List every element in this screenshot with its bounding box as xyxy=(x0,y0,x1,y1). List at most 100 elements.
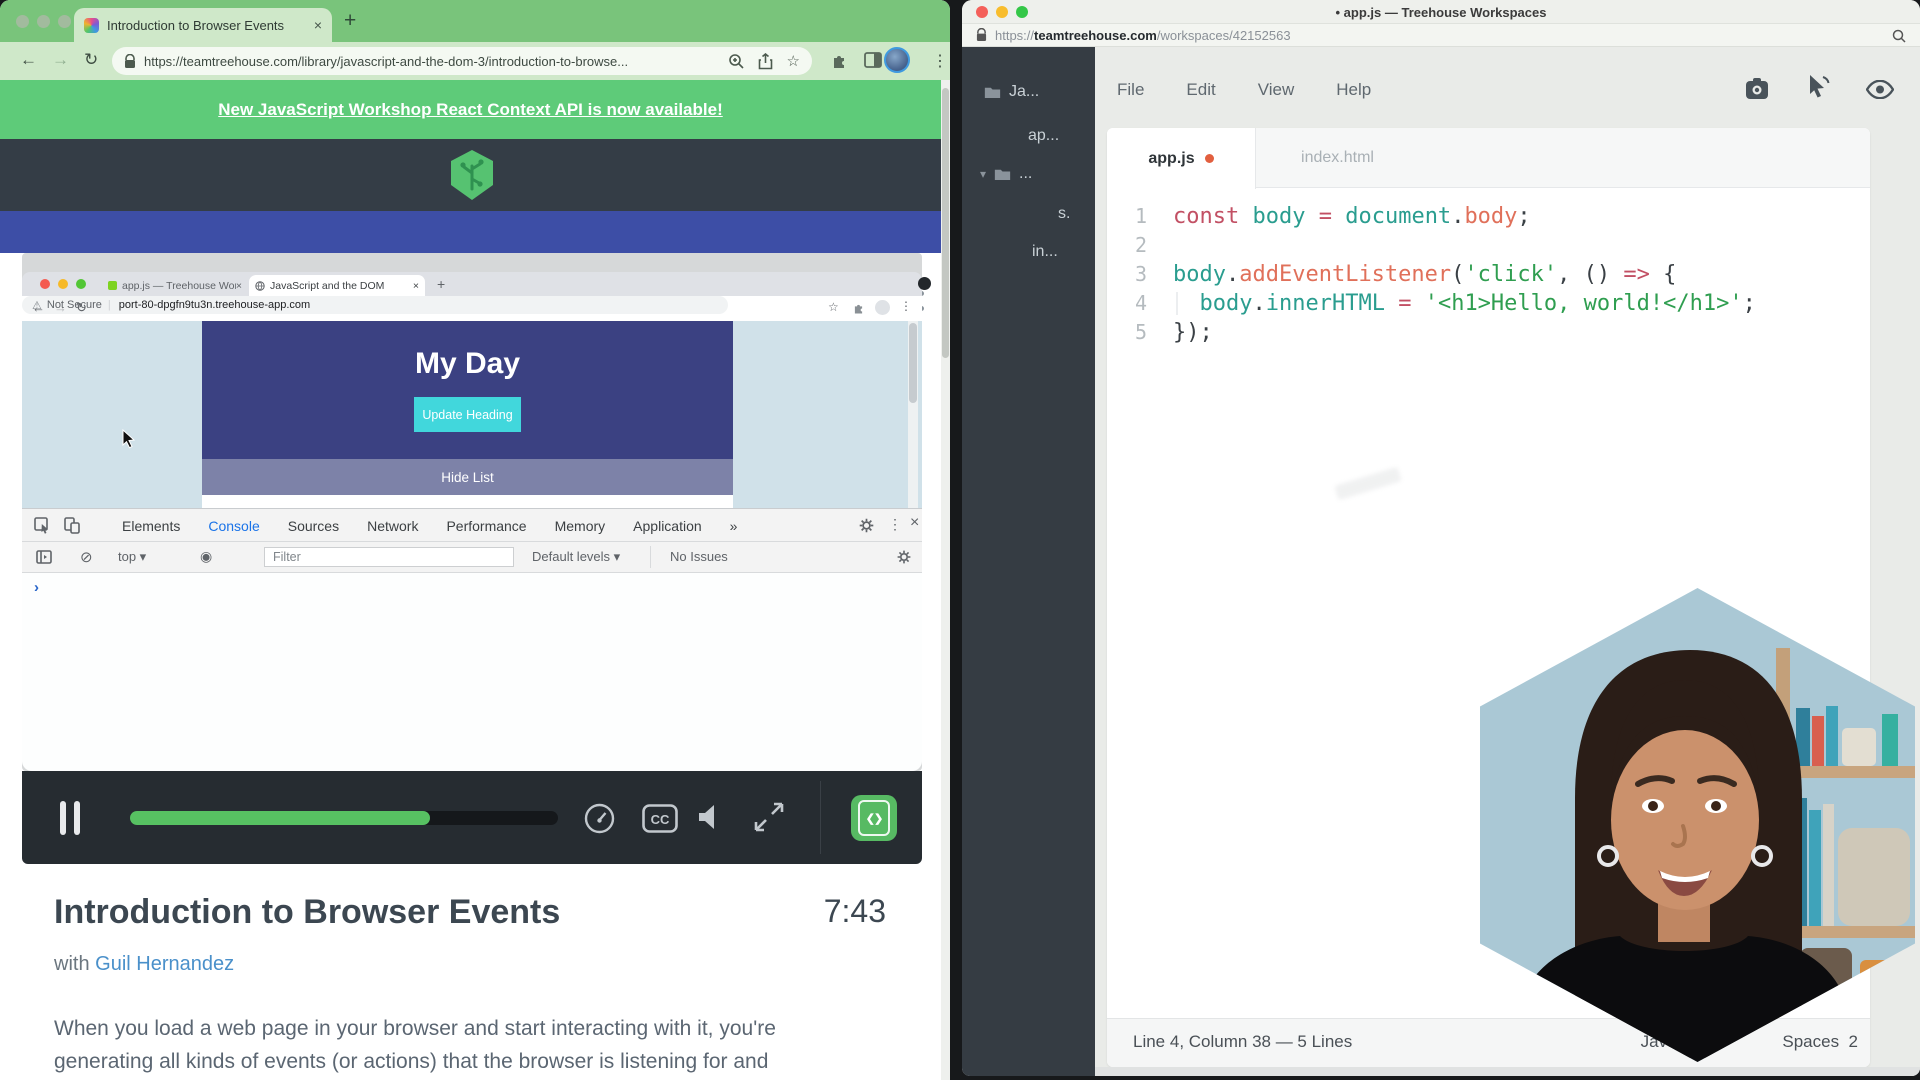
video-address-bar: ⚠ Not Secure | port-80-dpgfn9tu3n.treeho… xyxy=(22,296,728,314)
sidebar-item-folder-expanded[interactable]: ▾ ... xyxy=(980,165,1032,183)
device-toolbar-icon xyxy=(64,517,80,534)
video-tab-inactive: app.js — Treehouse Workspac × xyxy=(102,275,248,296)
editor-tabbar: app.js index.html xyxy=(1107,128,1870,188)
page-zoom-icon[interactable] xyxy=(1892,29,1906,43)
video-player-surface[interactable]: app.js — Treehouse Workspac × JavaScript… xyxy=(22,253,922,771)
devtools-console-toolbar: ⊘ top ▾ ◉ Default levels ▾ No Issues xyxy=(22,542,922,573)
browser-tab[interactable]: Introduction to Browser Events × xyxy=(74,8,332,42)
file-tree-sidebar: Ja... ap... ▾ ... s. in... xyxy=(962,47,1095,1076)
bookmark-star-icon[interactable]: ☆ xyxy=(787,54,800,69)
playback-speed-icon[interactable] xyxy=(584,803,615,834)
promo-banner: New JavaScript Workshop React Context AP… xyxy=(0,80,941,139)
volume-icon[interactable] xyxy=(698,804,722,830)
video-min-light xyxy=(58,279,68,289)
new-tab-button[interactable]: + xyxy=(344,9,356,33)
page-scrollbar-track[interactable] xyxy=(941,80,950,1080)
workspace-titlebar: • app.js — Treehouse Workspaces xyxy=(962,0,1920,24)
lesson-description: When you load a web page in your browser… xyxy=(54,1012,854,1078)
reload-icon[interactable]: ↻ xyxy=(84,50,98,70)
devtools-tab-memory: Memory xyxy=(555,518,606,534)
back-icon[interactable]: ← xyxy=(20,50,37,70)
open-workspace-button[interactable]: ❮❯ xyxy=(851,795,897,841)
devtools-tab-application: Application xyxy=(633,518,702,534)
devtools-tab-console: Console xyxy=(208,518,259,534)
code-line[interactable]: 3body.addEventListener('click', () => { xyxy=(1107,260,1870,289)
code-line[interactable]: 4 body.innerHTML = '<h1>Hello, world!</h… xyxy=(1107,289,1870,318)
preview-pointer-icon[interactable] xyxy=(1806,74,1830,102)
clear-console-icon: ⊘ xyxy=(80,548,93,566)
page-scrollbar xyxy=(908,321,918,508)
pause-button[interactable] xyxy=(60,801,66,835)
tab-index-html[interactable]: index.html xyxy=(1256,128,1419,188)
browser-menu-kebab-icon[interactable]: ⋮ xyxy=(932,51,948,71)
instructor-link[interactable]: Guil Hernandez xyxy=(95,953,234,975)
devtools-tab-sources: Sources xyxy=(288,518,339,534)
console-filter-input xyxy=(264,547,514,567)
sidebar-item-folder-javascript[interactable]: Ja... xyxy=(984,83,1039,101)
devtools-tabs: Elements Console Sources Network Perform… xyxy=(122,509,737,542)
sidebar-item-file-app[interactable]: ap... xyxy=(1028,127,1059,145)
sidebar-panel-icon[interactable] xyxy=(864,52,882,68)
forward-icon[interactable]: → xyxy=(52,50,69,70)
share-icon[interactable] xyxy=(758,53,773,70)
video-progress-track[interactable] xyxy=(130,811,558,825)
folder-icon xyxy=(984,85,1001,99)
devtools-settings-gear-icon xyxy=(858,517,875,534)
sidebar-item-file-index[interactable]: in... xyxy=(1032,243,1058,261)
banner-link[interactable]: New JavaScript Workshop React Context AP… xyxy=(218,100,722,120)
code-line[interactable]: 5}); xyxy=(1107,318,1870,347)
devtools-console-output: › xyxy=(22,573,922,771)
indentation-status[interactable]: Spaces 2 xyxy=(1782,1032,1858,1052)
treehouse-logo-icon[interactable] xyxy=(449,149,495,201)
browser-toolbar: ← → ↻ https://teamtreehouse.com/library/… xyxy=(0,42,950,80)
tab-app-js[interactable]: app.js xyxy=(1107,128,1256,189)
menu-view[interactable]: View xyxy=(1258,80,1295,100)
code-lines[interactable]: 1const body = document.body;23body.addEv… xyxy=(1107,202,1870,347)
video-star-icon: ☆ xyxy=(828,300,839,314)
zoom-icon[interactable] xyxy=(728,53,744,69)
video-max-light xyxy=(76,279,86,289)
captions-cc-icon[interactable]: CC xyxy=(642,804,678,833)
lesson-duration: 7:43 xyxy=(824,893,886,930)
profile-avatar[interactable] xyxy=(884,47,910,73)
video-browser-tabstrip: app.js — Treehouse Workspac × JavaScript… xyxy=(22,272,922,296)
extensions-puzzle-icon[interactable] xyxy=(830,52,848,70)
code-brackets-icon: ❮❯ xyxy=(858,800,890,836)
no-issues-label: No Issues xyxy=(670,549,728,564)
close-tab-icon[interactable]: × xyxy=(314,17,322,33)
workspace-address-bar[interactable]: https://teamtreehouse.com/workspaces/421… xyxy=(962,24,1920,47)
snapshot-camera-icon[interactable] xyxy=(1744,76,1770,102)
workspace-menubar: File Edit View Help xyxy=(1117,75,1371,105)
lock-icon xyxy=(124,54,136,69)
eye-icon[interactable] xyxy=(1866,80,1894,99)
console-sidebar-icon xyxy=(36,550,52,564)
devtools-close-icon: × xyxy=(910,514,919,532)
url-text: https://teamtreehouse.com/library/javasc… xyxy=(144,54,714,69)
address-bar[interactable]: https://teamtreehouse.com/library/javasc… xyxy=(112,47,812,75)
course-progress-strip xyxy=(0,211,941,253)
page-white-strip xyxy=(202,495,733,508)
code-line[interactable]: 1const body = document.body; xyxy=(1107,202,1870,231)
fullscreen-icon[interactable] xyxy=(754,802,784,832)
lock-icon xyxy=(976,28,987,42)
menu-help[interactable]: Help xyxy=(1336,80,1371,100)
globe-icon xyxy=(255,281,265,291)
code-line[interactable]: 2 xyxy=(1107,231,1870,260)
my-day-card: My Day Update Heading xyxy=(202,321,733,459)
menu-edit[interactable]: Edit xyxy=(1186,80,1215,100)
screen: Introduction to Browser Events × + ← → ↻… xyxy=(0,0,1920,1080)
zoom-window-button[interactable] xyxy=(58,15,71,28)
browser-tab-strip: Introduction to Browser Events × + xyxy=(0,0,950,42)
page-scrollbar-thumb[interactable] xyxy=(942,88,949,358)
video-extension-icon xyxy=(852,302,865,315)
devtools-kebab-icon: ⋮ xyxy=(888,516,902,533)
devtools-more-tabs-icon: » xyxy=(730,518,738,534)
pause-button[interactable] xyxy=(74,801,80,835)
menu-file[interactable]: File xyxy=(1117,80,1144,100)
devtools-tab-performance: Performance xyxy=(446,518,526,534)
my-day-heading: My Day xyxy=(202,347,733,381)
sidebar-item-file-css[interactable]: s. xyxy=(1058,205,1070,223)
close-window-button[interactable] xyxy=(16,15,29,28)
video-progress-fill xyxy=(130,811,430,825)
minimize-window-button[interactable] xyxy=(37,15,50,28)
